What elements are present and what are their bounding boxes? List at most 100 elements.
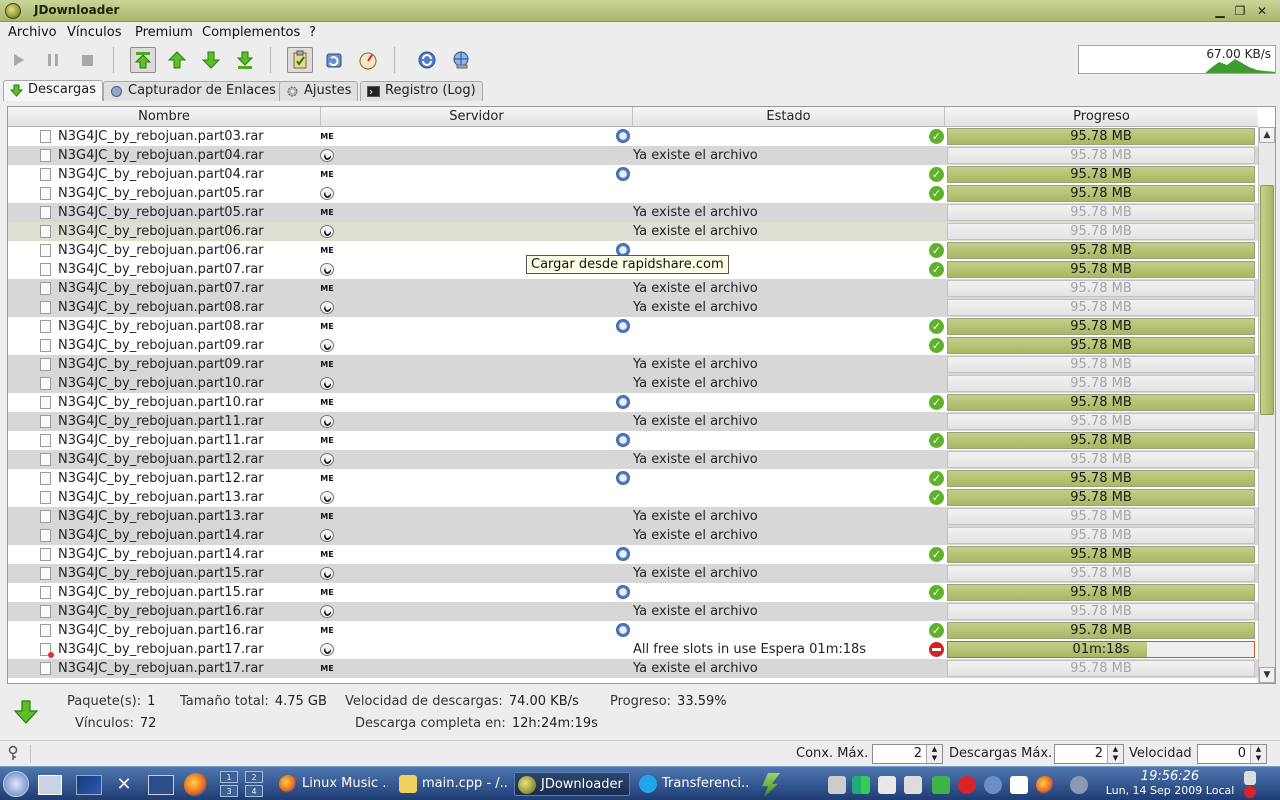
table-row[interactable]: N3G4JC_by_rebojuan.part05.rar ME Ya existe… — [8, 203, 1258, 222]
network-signal-icon[interactable] — [852, 776, 870, 794]
table-row[interactable]: N3G4JC_by_rebojuan.part17.rar All free sl… — [8, 640, 1258, 659]
table-row[interactable]: N3G4JC_by_rebojuan.part08.rar Ya existe e… — [8, 298, 1258, 317]
table-row[interactable]: N3G4JC_by_rebojuan.part12.rar ME ✓ 95.78 MB — [8, 469, 1258, 488]
table-row[interactable]: N3G4JC_by_rebojuan.part13.rar ME Ya existe… — [8, 507, 1258, 526]
power-icon[interactable] — [762, 773, 780, 797]
max-downloads-spinner[interactable]: 2 ▲ ▼ — [1054, 744, 1124, 764]
move-top-button[interactable] — [130, 47, 156, 73]
progress-bar: 95.78 MB — [947, 185, 1255, 202]
start-button[interactable] — [6, 47, 32, 73]
max-downloads-value[interactable]: 2 — [1095, 746, 1103, 761]
refresh-icon — [616, 319, 630, 333]
clipboard-observer-button[interactable] — [287, 47, 313, 73]
taskbar-item-transferencias[interactable]: Transferenci... — [636, 772, 748, 796]
table-row[interactable]: N3G4JC_by_rebojuan.part16.rar ME ✓ 95.78 MB — [8, 621, 1258, 640]
volume-icon[interactable] — [828, 776, 846, 794]
show-desktop-icon[interactable] — [38, 775, 62, 795]
scroll-up-button[interactable]: ▲ — [1259, 127, 1275, 143]
tab-ajustes[interactable]: Ajustes — [279, 81, 359, 101]
table-row[interactable]: N3G4JC_by_rebojuan.part10.rar ME ✓ 95.78 MB — [8, 393, 1258, 412]
start-menu-icon[interactable] — [3, 771, 29, 797]
vertical-scrollbar[interactable]: ▲ ▼ — [1258, 127, 1275, 683]
table-row[interactable]: N3G4JC_by_rebojuan.part05.rar ✓ 95.78 MB — [8, 184, 1258, 203]
speed-limit-spinner[interactable]: 0 ▲ ▼ — [1197, 744, 1267, 764]
clipboard-tray-icon[interactable] — [878, 776, 896, 794]
close-button[interactable]: ✕ — [1254, 3, 1270, 19]
tab-capturador[interactable]: Capturador de Enlaces — [103, 81, 283, 101]
reconnect-button[interactable] — [321, 47, 347, 73]
tools-icon[interactable]: ✕ — [112, 774, 136, 796]
table-row[interactable]: N3G4JC_by_rebojuan.part17.rar ME Ya existe… — [8, 659, 1258, 678]
menu-help[interactable]: ? — [309, 25, 316, 40]
move-bottom-button[interactable] — [232, 47, 258, 73]
menu-vinculos[interactable]: Vínculos — [67, 25, 121, 40]
update-button[interactable] — [414, 47, 440, 73]
menu-premium[interactable]: Premium — [135, 25, 193, 40]
update-ok-icon[interactable] — [932, 776, 950, 794]
table-row[interactable]: N3G4JC_by_rebojuan.part11.rar ME ✓ 95.78 MB — [8, 431, 1258, 450]
table-row[interactable]: N3G4JC_by_rebojuan.part15.rar Ya existe e… — [8, 564, 1258, 583]
column-header-estado[interactable]: Estado — [633, 107, 945, 127]
taskbar-item-jdownloader[interactable]: JDownloader — [514, 772, 630, 796]
column-header-progreso[interactable]: Progreso — [945, 107, 1258, 127]
minimize-button[interactable]: ▁ — [1212, 3, 1228, 19]
tab-descargas[interactable]: Descargas — [3, 80, 104, 101]
workspace-icon[interactable] — [76, 775, 102, 795]
maximize-button[interactable]: ❐ — [1232, 3, 1248, 19]
firefox-tray-icon[interactable] — [1036, 776, 1054, 794]
terminal-launcher-icon[interactable] — [148, 775, 174, 795]
workspace-2[interactable]: 2 — [245, 771, 263, 783]
device-tray-icon[interactable] — [904, 776, 922, 794]
max-connections-spinner[interactable]: 2 ▲ ▼ — [872, 744, 943, 764]
table-row[interactable]: N3G4JC_by_rebojuan.part04.rar ME ✓ 95.78 MB — [8, 165, 1258, 184]
column-header-servidor[interactable]: Servidor — [321, 107, 633, 127]
move-down-button[interactable] — [198, 47, 224, 73]
alert-icon[interactable] — [958, 776, 976, 794]
checkmark-icon: ✓ — [929, 395, 944, 410]
logout-icon[interactable] — [1244, 786, 1256, 798]
move-up-button[interactable] — [164, 47, 190, 73]
info-icon[interactable] — [1070, 776, 1088, 794]
taskbar-item-main-cpp[interactable]: main.cpp - /... — [396, 772, 508, 796]
workspace-4[interactable]: 4 — [245, 785, 263, 797]
pause-button[interactable] — [40, 47, 66, 73]
taskbar-item-linux-music[interactable]: Linux Music ... — [276, 772, 388, 796]
file-name: N3G4JC_by_rebojuan.part04.rar — [58, 148, 264, 163]
speed-limit-button[interactable] — [355, 47, 381, 73]
spinner-arrows-icon[interactable]: ▲ ▼ — [1107, 745, 1123, 763]
table-row[interactable]: N3G4JC_by_rebojuan.part11.rar Ya existe e… — [8, 412, 1258, 431]
firefox-launcher-icon[interactable] — [184, 773, 208, 797]
clock[interactable]: 19:56:26 Lun, 14 Sep 2009 Local — [1100, 769, 1240, 797]
table-row[interactable]: N3G4JC_by_rebojuan.part15.rar ME ✓ 95.78 MB — [8, 583, 1258, 602]
table-row[interactable]: N3G4JC_by_rebojuan.part09.rar ✓ 95.78 MB — [8, 336, 1258, 355]
table-row[interactable]: N3G4JC_by_rebojuan.part14.rar Ya existe e… — [8, 526, 1258, 545]
table-row[interactable]: N3G4JC_by_rebojuan.part08.rar ME ✓ 95.78 MB — [8, 317, 1258, 336]
spinner-arrows-icon[interactable]: ▲ ▼ — [926, 745, 942, 763]
table-row[interactable]: N3G4JC_by_rebojuan.part06.rar Ya existe e… — [8, 222, 1258, 241]
menu-complementos[interactable]: Complementos — [202, 25, 300, 40]
table-row[interactable]: N3G4JC_by_rebojuan.part13.rar ✓ 95.78 MB — [8, 488, 1258, 507]
table-row[interactable]: N3G4JC_by_rebojuan.part14.rar ME ✓ 95.78 MB — [8, 545, 1258, 564]
menu-archivo[interactable]: Archivo — [8, 25, 57, 40]
table-row[interactable]: N3G4JC_by_rebojuan.part12.rar Ya existe e… — [8, 450, 1258, 469]
column-header-nombre[interactable]: Nombre — [8, 107, 321, 127]
table-row[interactable]: N3G4JC_by_rebojuan.part04.rar Ya existe e… — [8, 146, 1258, 165]
table-row[interactable]: N3G4JC_by_rebojuan.part10.rar Ya existe e… — [8, 374, 1258, 393]
network-manager-icon[interactable] — [984, 776, 1002, 794]
table-row[interactable]: N3G4JC_by_rebojuan.part09.rar ME Ya existe… — [8, 355, 1258, 374]
gmail-icon[interactable] — [1010, 776, 1028, 794]
network-button[interactable] — [448, 47, 474, 73]
tab-registro[interactable]: Registro (Log) — [360, 81, 483, 101]
table-row[interactable]: N3G4JC_by_rebojuan.part07.rar ME Ya existe… — [8, 279, 1258, 298]
speed-limit-value[interactable]: 0 — [1238, 746, 1246, 761]
lock-icon[interactable] — [1244, 771, 1256, 785]
table-row[interactable]: N3G4JC_by_rebojuan.part03.rar ME ✓ 95.78 MB — [8, 127, 1258, 146]
scroll-down-button[interactable]: ▼ — [1259, 667, 1275, 683]
stop-button[interactable] — [74, 47, 100, 73]
scrollbar-thumb[interactable] — [1260, 185, 1274, 415]
workspace-1[interactable]: 1 — [220, 771, 238, 783]
max-connections-value[interactable]: 2 — [914, 746, 922, 761]
workspace-3[interactable]: 3 — [220, 785, 238, 797]
spinner-arrows-icon[interactable]: ▲ ▼ — [1250, 745, 1266, 763]
table-row[interactable]: N3G4JC_by_rebojuan.part16.rar Ya existe e… — [8, 602, 1258, 621]
